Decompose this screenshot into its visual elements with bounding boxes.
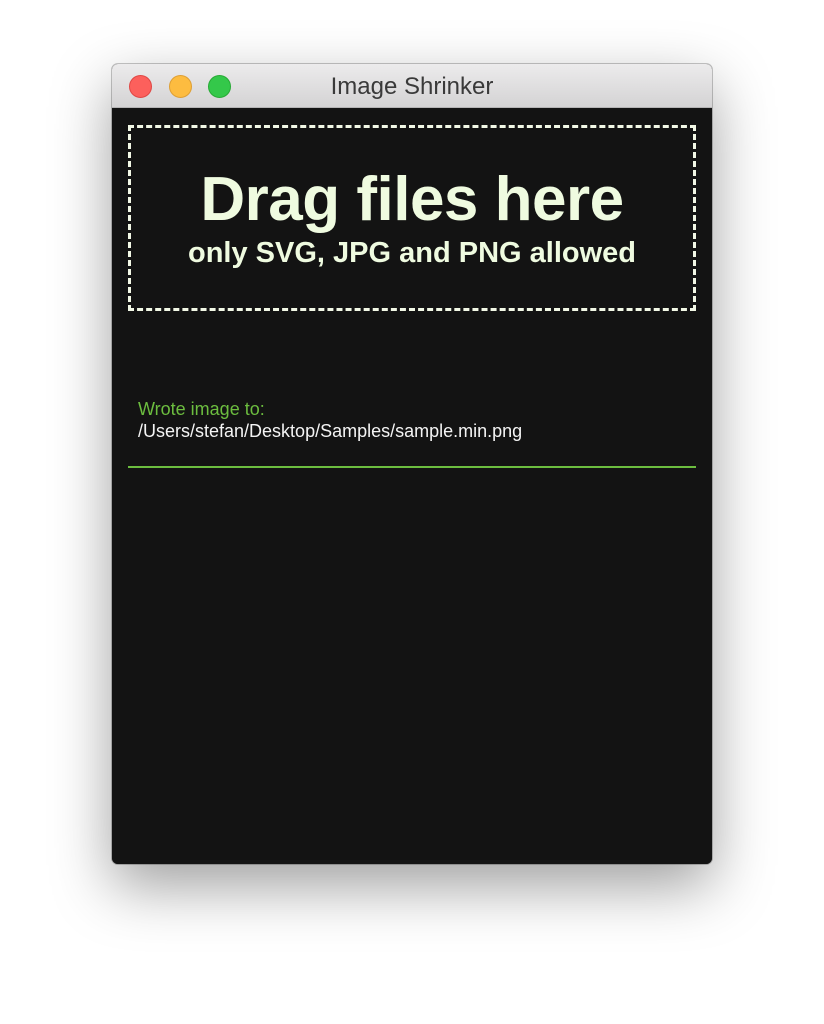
drop-zone-title: Drag files here: [200, 165, 624, 234]
result-entry: Wrote image to: /Users/stefan/Desktop/Sa…: [128, 398, 696, 468]
result-label: Wrote image to:: [138, 399, 265, 419]
app-window: Image Shrinker Drag files here only SVG,…: [112, 64, 712, 864]
window-title: Image Shrinker: [330, 73, 494, 100]
main-content: Drag files here only SVG, JPG and PNG al…: [112, 108, 712, 864]
result-file-path: /Users/stefan/Desktop/Samples/sample.min…: [138, 421, 523, 441]
title-bar[interactable]: Image Shrinker: [112, 64, 712, 108]
drop-zone-subtitle: only SVG, JPG and PNG allowed: [188, 237, 636, 269]
file-drop-zone[interactable]: Drag files here only SVG, JPG and PNG al…: [128, 125, 696, 311]
